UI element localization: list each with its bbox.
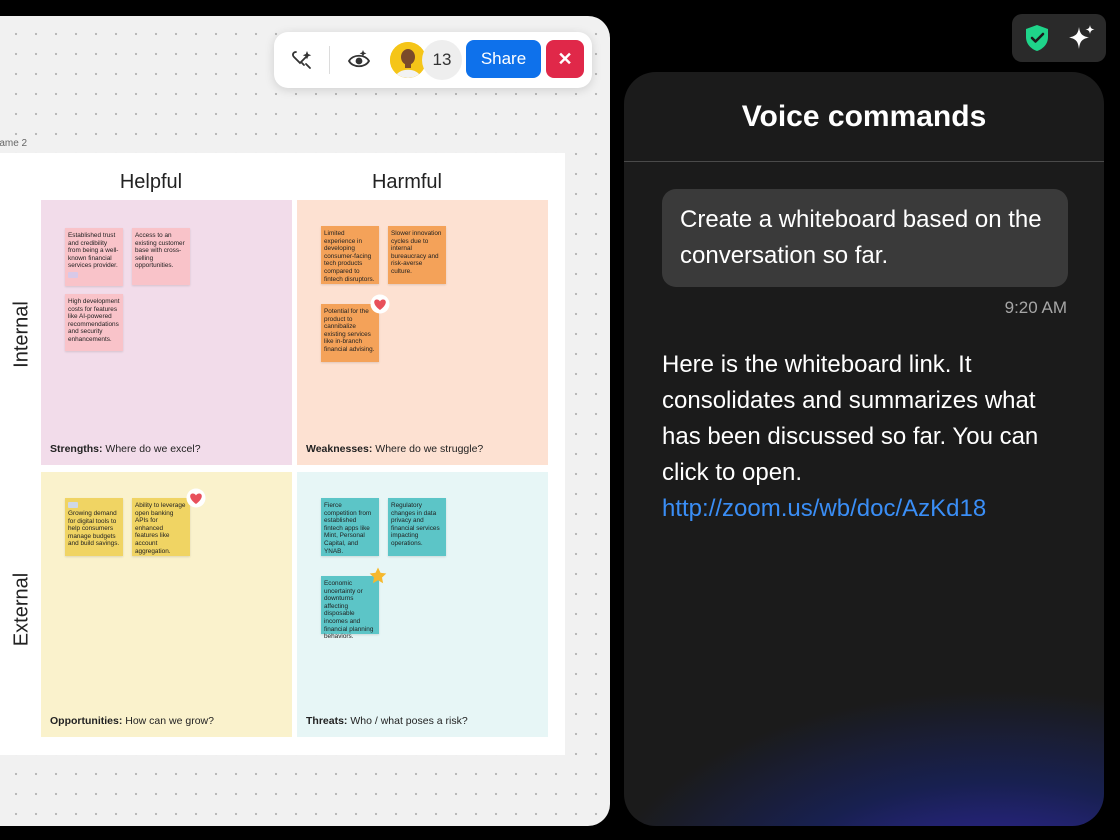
quadrant-prompt: How can we grow? — [125, 715, 214, 727]
user-message-bubble: Create a whiteboard based on the convers… — [662, 189, 1068, 287]
note-text: Limited experience in developing consume… — [324, 230, 375, 283]
note-text: High development costs for features like… — [68, 298, 120, 343]
quadrant-threats[interactable]: Fierce competition from established fint… — [297, 472, 548, 737]
column-header-helpful: Helpful — [119, 171, 183, 193]
quadrant-label: Weaknesses: Where do we struggle? — [306, 443, 483, 455]
note-text: Slower innovation cycles due to internal… — [391, 230, 442, 275]
sticky-note[interactable]: Fierce competition from established fint… — [321, 498, 379, 556]
heart-reaction-icon — [186, 488, 206, 508]
swot-frame[interactable]: Helpful Harmful Internal External Establ… — [0, 153, 565, 755]
note-text: Growing demand for digital tools to help… — [68, 510, 120, 548]
assistant-reply: Here is the whiteboard link. It consolid… — [662, 347, 1072, 527]
panel-divider — [624, 161, 1104, 162]
whiteboard-link[interactable]: http://zoom.us/wb/doc/AzKd18 — [662, 491, 1072, 527]
attachment-icon — [68, 271, 78, 278]
participant-count-badge[interactable]: 13 — [422, 40, 462, 80]
sticky-note[interactable]: Ability to leverage open banking APIs fo… — [132, 498, 190, 556]
quadrant-prompt: Who / what poses a risk? — [350, 715, 468, 727]
sticky-note[interactable]: High development costs for features like… — [65, 294, 123, 351]
reply-text: Here is the whiteboard link. It consolid… — [662, 351, 1039, 486]
quadrant-opportunities[interactable]: Growing demand for digital tools to help… — [41, 472, 292, 737]
sparkle-icon[interactable] — [1066, 22, 1098, 54]
message-timestamp: 9:20 AM — [1004, 298, 1067, 317]
column-header-harmful: Harmful — [371, 171, 442, 193]
close-button[interactable]: ✕ — [546, 40, 584, 78]
quadrant-prompt: Where do we excel? — [105, 443, 201, 455]
note-text: Access to an existing customer base with… — [135, 232, 185, 270]
quadrant-label: Threats: Who / what poses a risk? — [306, 715, 468, 727]
quadrant-weaknesses[interactable]: Limited experience in developing consume… — [297, 200, 548, 465]
sticky-note[interactable]: Access to an existing customer base with… — [132, 228, 190, 285]
toolbar-divider — [329, 46, 330, 74]
quadrant-title: Threats: — [306, 715, 348, 727]
share-button[interactable]: Share — [466, 40, 541, 78]
top-status-pill — [1012, 14, 1106, 62]
quadrant-title: Strengths: — [50, 443, 103, 455]
ai-sparkle-icon[interactable] — [288, 46, 316, 74]
note-text: Established trust and credibility from b… — [68, 232, 119, 270]
note-text: Fierce competition from established fint… — [324, 502, 372, 555]
visibility-eye-icon[interactable] — [345, 46, 373, 74]
note-text: Ability to leverage open banking APIs fo… — [135, 502, 186, 555]
heart-reaction-icon — [370, 294, 390, 314]
quadrant-label: Strengths: Where do we excel? — [50, 443, 201, 455]
sticky-note[interactable]: Growing demand for digital tools to help… — [65, 498, 123, 556]
voice-commands-panel: Voice commands Create a whiteboard based… — [624, 72, 1104, 826]
frame-label: rame 2 — [0, 138, 28, 149]
whiteboard-canvas[interactable]: 13 Share ✕ rame 2 Helpful Harmful Intern… — [0, 16, 610, 826]
note-text: Economic uncertainty or downturns affect… — [324, 580, 374, 641]
row-header-internal: Internal — [10, 301, 33, 368]
sticky-note[interactable]: Slower innovation cycles due to internal… — [388, 226, 446, 284]
quadrant-prompt: Where do we struggle? — [375, 443, 484, 455]
sticky-note[interactable]: Regulatory changes in data privacy and f… — [388, 498, 446, 556]
sticky-note[interactable]: Established trust and credibility from b… — [65, 228, 123, 286]
shield-check-icon[interactable] — [1022, 23, 1052, 53]
note-text: Potential for the product to cannibalize… — [324, 308, 375, 353]
quadrant-label: Opportunities: How can we grow? — [50, 715, 214, 727]
note-text: Regulatory changes in data privacy and f… — [391, 502, 440, 547]
attachment-icon — [68, 502, 78, 508]
quadrant-title: Opportunities: — [50, 715, 123, 727]
row-header-external: External — [10, 572, 33, 647]
sticky-note[interactable]: Limited experience in developing consume… — [321, 226, 379, 284]
star-reaction-icon — [368, 566, 388, 586]
quadrant-title: Weaknesses: — [306, 443, 373, 455]
panel-title: Voice commands — [741, 100, 987, 133]
quadrant-strengths[interactable]: Established trust and credibility from b… — [41, 200, 292, 465]
whiteboard-toolbar: 13 Share ✕ — [274, 32, 592, 88]
